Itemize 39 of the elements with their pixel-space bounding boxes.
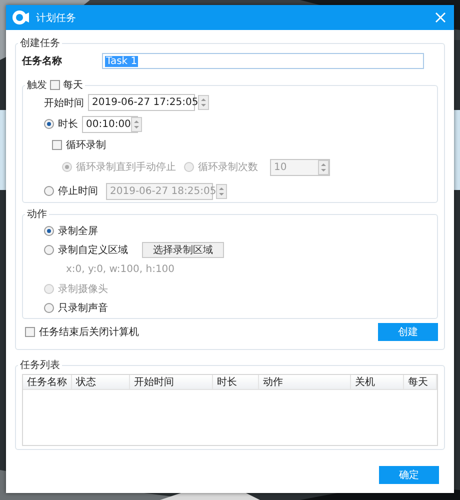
loop-label: 循环录制 (66, 138, 106, 152)
action-label: 录制摄像头 (58, 282, 108, 296)
action-label: 录制自定义区域 (58, 244, 128, 256)
stop-time-label: 停止时间 (58, 184, 98, 198)
loop-mode-label: 循环录制次数 (198, 160, 258, 174)
duration-label: 时长 (58, 118, 78, 131)
shutdown-label: 任务结束后关闭计算机 (39, 326, 139, 339)
column-header[interactable]: 状态 (72, 375, 130, 389)
select-area-button[interactable]: 选择录制区域 (142, 242, 224, 258)
column-header[interactable]: 每天 (404, 375, 437, 389)
camera-icon (12, 10, 30, 25)
start-time-label: 开始时间 (44, 96, 84, 110)
column-header[interactable]: 关机 (351, 375, 404, 389)
loop-mode-label: 循环录制直到手动停止 (76, 160, 176, 174)
duration-radio[interactable] (44, 119, 54, 129)
action-label: 只录制声音 (58, 302, 108, 314)
task-name-label: 任务名称 (22, 54, 62, 68)
window-title: 计划任务 (36, 12, 77, 24)
action-radio[interactable] (44, 226, 54, 236)
action-label: 录制全屏 (58, 224, 98, 238)
spin-arrows-icon[interactable] (318, 160, 329, 174)
group-title: 触发 (27, 79, 47, 92)
group-title: 动作 (27, 208, 47, 221)
group-title: 创建任务 (20, 36, 60, 50)
column-header[interactable]: 开始时间 (130, 375, 213, 389)
action-radio[interactable] (44, 244, 54, 254)
column-header[interactable]: 任务名称 (23, 375, 72, 389)
daily-checkbox[interactable] (50, 80, 60, 90)
column-header[interactable]: 时长 (213, 375, 259, 389)
group-title: 任务列表 (20, 358, 60, 372)
spin-arrows-icon[interactable] (130, 116, 142, 132)
daily-label: 每天 (63, 79, 83, 92)
spin-arrows-icon[interactable] (198, 95, 210, 110)
close-icon[interactable] (435, 12, 446, 23)
shutdown-checkbox[interactable] (25, 327, 35, 337)
column-header[interactable]: 动作 (259, 375, 351, 389)
area-coordinates: x:0, y:0, w:100, h:100 (66, 264, 175, 274)
loop-checkbox[interactable] (52, 140, 62, 150)
action-radio[interactable] (44, 302, 54, 312)
